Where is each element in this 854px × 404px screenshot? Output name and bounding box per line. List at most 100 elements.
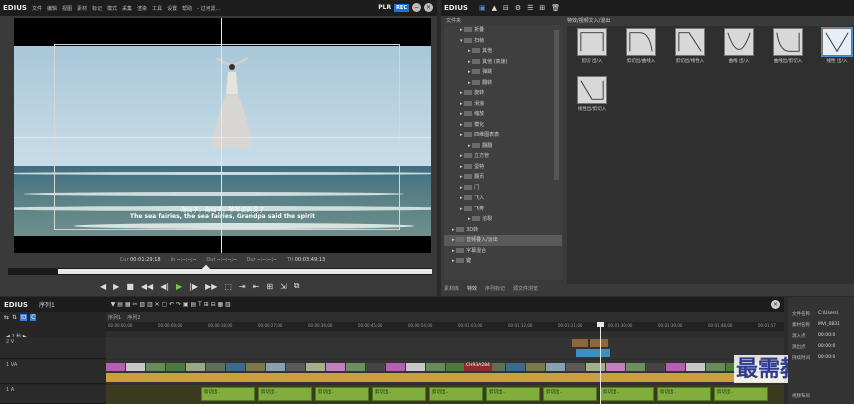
transport-button[interactable]: ▶	[176, 282, 182, 291]
clip-thumbnail[interactable]	[406, 363, 425, 371]
clip-thumbnail[interactable]	[106, 363, 125, 371]
effect-item[interactable]: 剪切 出/入	[575, 28, 609, 66]
clip-thumbnail[interactable]	[166, 363, 185, 371]
tree-item[interactable]: ▸ 翻转	[444, 78, 562, 89]
grid-icon[interactable]: ⊞	[539, 4, 545, 12]
tree-item[interactable]: ▸ 旋转	[444, 88, 562, 99]
transport-button[interactable]: ▶	[113, 282, 119, 291]
clip-thumbnail[interactable]	[366, 363, 385, 371]
tree-item[interactable]: ▸ 其他 (高速)	[444, 57, 562, 68]
folder-icon[interactable]: ▣	[479, 4, 486, 12]
playhead[interactable]	[600, 322, 601, 404]
transport-button[interactable]: ◀◀	[141, 282, 153, 291]
link-button[interactable]: C	[30, 314, 37, 321]
clip-thumbnail[interactable]	[126, 363, 145, 371]
track-header-1va[interactable]: 1 VA	[0, 360, 106, 384]
time-ruler[interactable]: 00:00:00;00 00:00:09;00 00:00:18;00 00:00:2…	[106, 322, 784, 331]
playhead-handle[interactable]	[597, 322, 604, 327]
audio-clip[interactable]: 剪切出..	[486, 387, 540, 401]
clip-thumbnail[interactable]	[346, 363, 365, 371]
clip-thumbnail[interactable]	[146, 363, 165, 371]
clip-thumbnail[interactable]	[266, 363, 285, 371]
transport-button[interactable]: ⊞	[266, 282, 273, 291]
transport-button[interactable]: ⇲	[280, 282, 287, 291]
tree-item[interactable]: ▾ 扫帧	[444, 36, 562, 47]
clip-thumbnail[interactable]	[686, 363, 705, 371]
menu-item[interactable]: 帮助	[182, 5, 192, 12]
track-header-1a[interactable]: 1 A	[0, 385, 106, 404]
bin-tab[interactable]: 特效	[467, 285, 477, 292]
insert-mode-icon[interactable]: ⇆	[4, 314, 9, 321]
minimize-button[interactable]: −	[412, 3, 421, 12]
menu-item[interactable]: 视图	[62, 5, 72, 12]
clip-name[interactable]: CH93A284	[464, 363, 492, 371]
transport-button[interactable]: ◀	[100, 282, 106, 291]
track-1a[interactable]: 剪切出.. 剪切出.. 剪切出.. 剪切出.. 剪切出.. 剪切出.. 剪切出.. 剪切出..…	[106, 385, 784, 404]
clip-thumbnail[interactable]	[226, 363, 245, 371]
track-header-2v[interactable]: 2 V	[0, 337, 106, 359]
settings-icon[interactable]: ⚙	[515, 4, 521, 12]
tree-item[interactable]: ▸ 门	[444, 183, 562, 194]
effect-thumbnail[interactable]	[724, 28, 754, 56]
transport-button[interactable]: ◀|	[160, 282, 169, 291]
tree-item[interactable]: ▸ 键	[444, 256, 562, 267]
effect-item[interactable]: 曲线出/剪切入	[771, 28, 805, 66]
effect-item[interactable]: 剪切出/线性入	[673, 28, 707, 66]
rec-mode-button[interactable]: REC	[394, 3, 409, 12]
clip-thumbnail[interactable]	[706, 363, 725, 371]
menu-item[interactable]: 文件	[32, 5, 42, 12]
clip-thumbnail[interactable]	[286, 363, 305, 371]
clip-thumbnail[interactable]	[606, 363, 625, 371]
menu-item[interactable]: 编辑	[47, 5, 57, 12]
tree-item[interactable]: ▸ 缩放	[444, 109, 562, 120]
audio-clip[interactable]: 剪切出..	[201, 387, 255, 401]
tree-item[interactable]: ▸ 飞奔	[444, 204, 562, 215]
audio-clip[interactable]: 剪切出..	[543, 387, 597, 401]
clip-thumbnail[interactable]	[426, 363, 445, 371]
menu-item[interactable]: 设置	[167, 5, 177, 12]
tree-item[interactable]: ▸ 音频叠入/淡出	[444, 235, 562, 246]
transport-button[interactable]: ⧉	[294, 281, 300, 291]
tree-item[interactable]: ▸ 立方管	[444, 151, 562, 162]
transport-button[interactable]: ⇤	[253, 282, 260, 291]
effect-item[interactable]: 曲线 出/入	[722, 28, 756, 66]
tree-item[interactable]: ▸ 蛋特	[444, 162, 562, 173]
clip-thumbnail[interactable]	[626, 363, 645, 371]
bin-tab[interactable]: 素材库	[444, 285, 459, 292]
audio-clip[interactable]: 剪切出..	[714, 387, 768, 401]
tree-item[interactable]: ▸ 滑浪	[444, 99, 562, 110]
property-section[interactable]: 视频布局	[792, 393, 810, 399]
tree-item[interactable]: ▸ 翻翻	[444, 141, 562, 152]
audio-clip[interactable]: 剪切出..	[372, 387, 426, 401]
effect-thumbnail[interactable]	[773, 28, 803, 56]
transport-button[interactable]: ▶▶	[205, 282, 217, 291]
view-icon[interactable]: ⊟	[503, 4, 509, 12]
clip[interactable]	[590, 339, 608, 347]
transport-button[interactable]: ■	[126, 282, 134, 291]
transport-button[interactable]: |▶	[189, 282, 198, 291]
effect-thumbnail[interactable]	[577, 28, 607, 56]
menu-item[interactable]: 标记	[92, 5, 102, 12]
tree-item[interactable]: ▸ 溶裂	[444, 214, 562, 225]
menu-item[interactable]: 素材	[77, 5, 87, 12]
clip-thumbnail[interactable]	[306, 363, 325, 371]
transport-button[interactable]: ⬚	[224, 282, 232, 291]
clip-thumbnail[interactable]	[506, 363, 525, 371]
ripple-icon[interactable]: ⇅	[12, 314, 17, 321]
tree-item[interactable]: ▸ 四维图表表	[444, 130, 562, 141]
clip[interactable]	[572, 339, 588, 347]
clip[interactable]	[576, 349, 610, 357]
menu-item[interactable]: 工具	[152, 5, 162, 12]
bin-tab[interactable]: 序列标记	[485, 285, 505, 292]
clip-thumbnail[interactable]	[446, 363, 465, 371]
audio-clip[interactable]: 剪切出..	[657, 387, 711, 401]
sequence-tab[interactable]: 序列2	[127, 314, 140, 321]
close-button[interactable]: ×	[424, 3, 433, 12]
clip-thumbnail[interactable]	[546, 363, 565, 371]
tree-item[interactable]: ▸ 翻页	[444, 172, 562, 183]
effect-item[interactable]: 剪切出/曲线入	[624, 28, 658, 66]
effect-item[interactable]: 线性 出/入	[820, 27, 854, 66]
clip-thumbnail[interactable]	[646, 363, 665, 371]
tree-item[interactable]: ▸ 折叠	[444, 25, 562, 36]
clip-thumbnail[interactable]	[586, 363, 605, 371]
